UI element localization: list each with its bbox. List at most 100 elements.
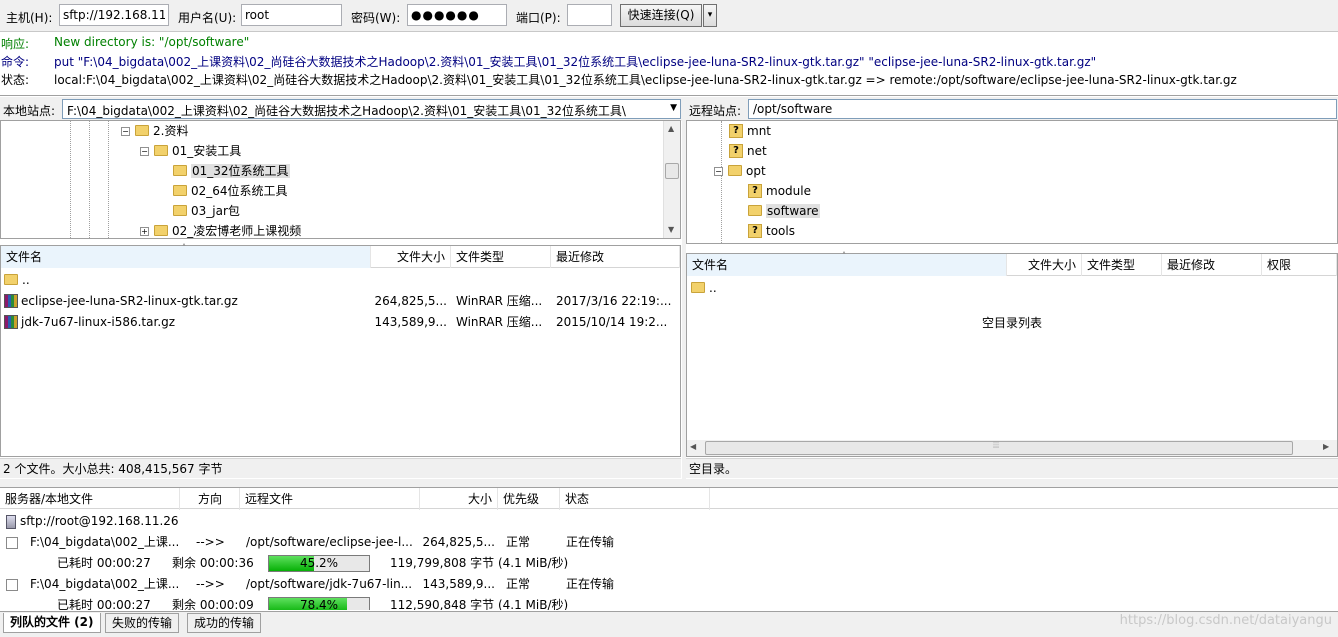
transfer-queue-list[interactable]: sftp://root@192.168.11.26 F:\04_bigdata\…: [0, 510, 1338, 610]
tree-node-module[interactable]: ? module: [748, 181, 811, 201]
tree-node-software[interactable]: software: [748, 201, 820, 221]
scroll-down-icon[interactable]: ▼: [668, 225, 674, 234]
column-header-filesize[interactable]: 文件大小: [371, 246, 451, 268]
remote-directory-tree[interactable]: ? mnt ? net − opt ? module software ? tools: [686, 120, 1338, 244]
local-file-list[interactable]: 文件名 ˄ 文件大小 文件类型 最近修改 .. eclipse-jee-luna…: [0, 243, 681, 457]
column-header-modified[interactable]: 最近修改: [1162, 254, 1262, 276]
username-input[interactable]: [241, 4, 342, 26]
file-row-parent[interactable]: ..: [4, 270, 674, 291]
tree-node-net[interactable]: ? net: [729, 141, 767, 161]
pane-splitter[interactable]: [682, 97, 686, 480]
remote-file-list[interactable]: 文件名 ˄ 文件大小 文件类型 最近修改 权限 .. 空目录列表 ◀ ⦙⦙⦙ ▶: [686, 251, 1338, 457]
scroll-up-icon[interactable]: ▲: [668, 124, 674, 133]
local-status-bar: 2 个文件。大小总共: 408,415,567 字节: [0, 458, 681, 478]
folder-icon: [728, 165, 742, 176]
file-row-parent[interactable]: ..: [691, 278, 991, 299]
scrollbar-thumb[interactable]: ⦙⦙⦙: [705, 441, 1293, 455]
file-modified: 2015/10/14 19:2...: [556, 315, 668, 329]
column-header-modified[interactable]: 最近修改: [551, 246, 680, 268]
question-folder-icon: ?: [729, 143, 743, 158]
tree-node-opt[interactable]: − opt: [714, 161, 766, 181]
transfer-file-icon: [6, 537, 18, 549]
collapse-icon[interactable]: −: [121, 127, 130, 136]
queue-item-row[interactable]: F:\04_bigdata\002_上课... -->> /opt/softwa…: [0, 532, 1338, 553]
tree-node-64bit-tools[interactable]: 02_64位系统工具: [173, 181, 288, 201]
local-site-bar: 本地站点: F:\04_bigdata\002_上课资料\02_尚硅谷大数据技术…: [0, 97, 682, 121]
remote-list-hscrollbar[interactable]: ◀ ⦙⦙⦙ ▶: [687, 440, 1337, 456]
message-log[interactable]: 响应: New directory is: "/opt/software" 命令…: [0, 33, 1338, 96]
tree-node-2-ziliao[interactable]: −2.资料: [121, 121, 188, 141]
tree-node-tools[interactable]: ? tools: [748, 221, 795, 241]
local-file-list-header: 文件名 ˄ 文件大小 文件类型 最近修改: [1, 243, 680, 268]
remote-path-text: /opt/software: [753, 102, 833, 116]
file-type: WinRAR 压缩...: [456, 315, 543, 329]
folder-icon: [154, 145, 168, 156]
queue-server-row[interactable]: sftp://root@192.168.11.26: [6, 511, 179, 532]
chevron-down-icon[interactable]: ▼: [670, 103, 677, 113]
host-input[interactable]: [59, 4, 169, 26]
expand-icon[interactable]: +: [140, 227, 149, 236]
winrar-archive-icon: [4, 314, 18, 329]
column-header-filesize[interactable]: 文件大小: [1007, 254, 1082, 276]
remote-site-label: 远程站点:: [689, 104, 742, 118]
question-folder-icon: ?: [748, 223, 762, 238]
queue-progress-row: 已耗时 00:00:27 剩余 00:00:36 45.2% 119,799,8…: [57, 555, 569, 572]
column-header-server-local[interactable]: 服务器/本地文件: [0, 488, 180, 510]
tree-node-mnt[interactable]: ? mnt: [729, 121, 771, 141]
folder-icon: [135, 125, 149, 136]
file-row[interactable]: eclipse-jee-luna-SR2-linux-gtk.tar.gz 26…: [4, 291, 674, 312]
tree-node-lecture-videos[interactable]: +02_凌宏博老师上课视频: [140, 221, 301, 238]
local-path-combobox[interactable]: F:\04_bigdata\002_上课资料\02_尚硅谷大数据技术之Hadoo…: [62, 99, 681, 119]
column-header-permissions[interactable]: 权限: [1262, 254, 1337, 276]
port-input[interactable]: [567, 4, 612, 26]
tree-node-32bit-tools[interactable]: 01_32位系统工具: [173, 161, 290, 181]
tree-node-anzhuang-gongju[interactable]: −01_安装工具: [140, 141, 241, 161]
scroll-left-icon[interactable]: ◀: [690, 442, 696, 451]
queue-item-row[interactable]: F:\04_bigdata\002_上课... -->> /opt/softwa…: [0, 574, 1338, 595]
tab-failed-transfers[interactable]: 失败的传输: [105, 613, 180, 633]
queue-splitter[interactable]: [0, 479, 1338, 487]
watermark-text: https://blog.csdn.net/dataiyangu: [1119, 613, 1332, 628]
column-header-filetype[interactable]: 文件类型: [1082, 254, 1162, 276]
collapse-icon[interactable]: −: [714, 167, 723, 176]
file-size: 143,589,9...: [374, 315, 447, 329]
remote-path-combobox[interactable]: /opt/software: [748, 99, 1337, 119]
host-label: 主机(H):: [6, 11, 53, 25]
password-input[interactable]: [407, 4, 507, 26]
transfer-queue-header: 服务器/本地文件 方向 远程文件 大小 优先级 状态: [0, 487, 1338, 510]
column-header-remote-file[interactable]: 远程文件: [240, 488, 420, 510]
column-header-direction[interactable]: 方向: [180, 488, 240, 510]
local-path-text: F:\04_bigdata\002_上课资料\02_尚硅谷大数据技术之Hadoo…: [67, 104, 626, 118]
scrollbar-thumb[interactable]: [665, 163, 679, 179]
tree-guide-line: [108, 121, 109, 238]
tab-queued-files[interactable]: 列队的文件 (2): [3, 613, 101, 633]
quickconnect-dropdown-button[interactable]: ▾: [703, 4, 717, 27]
scroll-right-icon[interactable]: ▶: [1323, 442, 1329, 451]
column-header-filename[interactable]: 文件名: [687, 254, 1007, 276]
local-tree-scrollbar[interactable]: ▲ ▼: [663, 121, 680, 238]
column-header-state[interactable]: 状态: [560, 488, 710, 510]
folder-icon: [173, 205, 187, 216]
question-folder-icon: ?: [729, 123, 743, 138]
question-folder-icon: ?: [748, 183, 762, 198]
password-label: 密码(W):: [351, 11, 401, 25]
column-header-size[interactable]: 大小: [420, 488, 498, 510]
remote-status-bar: 空目录。: [686, 458, 1338, 478]
column-header-priority[interactable]: 优先级: [498, 488, 560, 510]
log-line-command: 命令: put "F:\04_bigdata\002_上课资料\02_尚硅谷大数…: [1, 55, 1097, 69]
tree-node-jar[interactable]: 03_jar包: [173, 201, 240, 221]
queue-progress-row: 已耗时 00:00:27 剩余 00:00:09 78.4% 112,590,8…: [0, 595, 1338, 610]
username-label: 用户名(U):: [178, 11, 237, 25]
collapse-icon[interactable]: −: [140, 147, 149, 156]
column-header-filetype[interactable]: 文件类型: [451, 246, 551, 268]
folder-icon: [748, 205, 762, 216]
file-row[interactable]: jdk-7u67-linux-i586.tar.gz 143,589,9... …: [4, 312, 674, 333]
remote-file-list-header: 文件名 ˄ 文件大小 文件类型 最近修改 权限: [687, 251, 1337, 276]
quickconnect-button[interactable]: 快速连接(Q): [620, 4, 702, 27]
file-modified: 2017/3/16 22:19:...: [556, 294, 672, 308]
tab-successful-transfers[interactable]: 成功的传输: [187, 613, 262, 633]
column-header-filename[interactable]: 文件名: [1, 246, 371, 268]
tree-guide-line: [70, 121, 71, 238]
log-line-status: 状态: local:F:\04_bigdata\002_上课资料\02_尚硅谷大…: [1, 73, 1237, 87]
local-directory-tree[interactable]: −2.资料 −01_安装工具 01_32位系统工具 02_64位系统工具 03_…: [0, 120, 681, 239]
